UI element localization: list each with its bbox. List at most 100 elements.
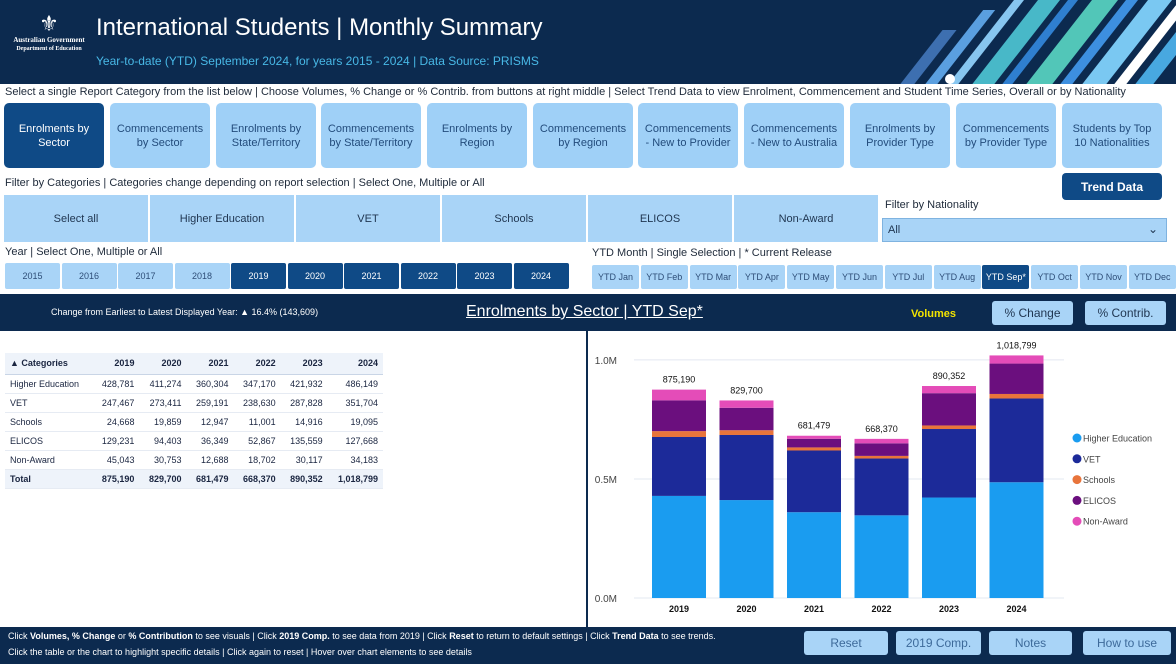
- bar-segment-higher-education[interactable]: [854, 515, 909, 598]
- year-button-2018[interactable]: 2018: [174, 263, 230, 289]
- bar-segment-elicos[interactable]: [922, 393, 976, 426]
- month-button-5[interactable]: YTD May: [787, 265, 835, 289]
- month-button-10[interactable]: YTD Oct: [1031, 265, 1079, 289]
- column-header-categories[interactable]: ▲ Categories: [5, 353, 93, 375]
- year-button-2017[interactable]: 2017: [118, 263, 173, 289]
- year-button-2024[interactable]: 2024: [513, 263, 569, 289]
- bar-segment-elicos[interactable]: [854, 443, 909, 456]
- trend-data-button[interactable]: Trend Data: [1062, 173, 1162, 200]
- year-button-2020[interactable]: 2020: [287, 263, 343, 289]
- category-button-schools[interactable]: Schools: [442, 195, 586, 242]
- bar-segment-elicos[interactable]: [989, 363, 1044, 394]
- legend-label[interactable]: Schools: [1083, 475, 1116, 485]
- bar-segment-schools[interactable]: [787, 447, 841, 451]
- month-button-11[interactable]: YTD Nov: [1080, 265, 1127, 289]
- bar-segment-non-award[interactable]: [787, 435, 841, 439]
- notes-button[interactable]: Notes: [989, 631, 1072, 655]
- pct-change-button[interactable]: % Change: [992, 301, 1073, 325]
- report-button-9[interactable]: Enrolments by Provider Type: [850, 103, 950, 168]
- bar-segment-elicos[interactable]: [787, 438, 841, 448]
- pct-contrib-button[interactable]: % Contrib.: [1085, 301, 1166, 325]
- bar-segment-higher-education[interactable]: [787, 512, 841, 598]
- nationality-dropdown[interactable]: All ⌄: [882, 218, 1167, 242]
- 2019-comp--button[interactable]: 2019 Comp.: [896, 631, 981, 655]
- bar-segment-elicos[interactable]: [652, 400, 706, 432]
- bar-segment-vet[interactable]: [652, 436, 706, 496]
- bar-segment-non-award[interactable]: [719, 400, 774, 408]
- column-header-2020[interactable]: 2020: [139, 353, 187, 375]
- year-button-2016[interactable]: 2016: [61, 263, 117, 289]
- table-total-row[interactable]: Total 875,190 829,700 681,479 668,370 890,352…: [5, 469, 383, 489]
- legend-label[interactable]: Non-Award: [1083, 517, 1128, 527]
- column-header-2023[interactable]: 2023: [280, 353, 328, 375]
- legend-label[interactable]: ELICOS: [1083, 496, 1116, 506]
- month-button-12[interactable]: YTD Dec: [1128, 265, 1176, 289]
- bar-segment-higher-education[interactable]: [719, 500, 774, 598]
- year-button-2019[interactable]: 2019: [231, 263, 286, 289]
- column-header-2021[interactable]: 2021: [186, 353, 234, 375]
- report-button-10[interactable]: Commencements by Provider Type: [956, 103, 1056, 168]
- bar-segment-higher-education[interactable]: [989, 482, 1044, 598]
- data-table[interactable]: ▲ Categories 2019 2020 2021 2022 2023 2024 Hig…: [5, 353, 383, 489]
- category-button-elicos[interactable]: ELICOS: [588, 195, 732, 242]
- bar-segment-non-award[interactable]: [854, 438, 909, 444]
- table-row[interactable]: Higher Education 428,781 411,274 360,304 347…: [5, 374, 383, 394]
- bar-segment-vet[interactable]: [854, 458, 909, 516]
- report-button-6[interactable]: Commencements by Region: [533, 103, 633, 168]
- legend-label[interactable]: VET: [1083, 454, 1101, 464]
- bar-segment-vet[interactable]: [719, 434, 774, 501]
- report-button-1[interactable]: Enrolments by Sector: [4, 103, 104, 168]
- bar-segment-vet[interactable]: [922, 429, 976, 498]
- column-header-2022[interactable]: 2022: [233, 353, 281, 375]
- category-button-higher-education[interactable]: Higher Education: [150, 195, 294, 242]
- nationality-selected-value: All: [888, 224, 901, 236]
- legend-label[interactable]: Higher Education: [1083, 434, 1152, 444]
- report-button-7[interactable]: Commencements - New to Provider: [638, 103, 738, 168]
- year-button-2023[interactable]: 2023: [457, 263, 512, 289]
- month-button-1[interactable]: YTD Jan: [592, 265, 639, 289]
- category-button-vet[interactable]: VET: [296, 195, 440, 242]
- month-button-9[interactable]: YTD Sep*: [982, 265, 1030, 289]
- year-button-2022[interactable]: 2022: [400, 263, 456, 289]
- bar-segment-schools[interactable]: [652, 431, 706, 437]
- month-button-8[interactable]: YTD Aug: [933, 265, 981, 289]
- chart-title[interactable]: Enrolments by Sector | YTD Sep*: [466, 303, 703, 321]
- bar-segment-higher-education[interactable]: [922, 497, 976, 598]
- table-row[interactable]: ELICOS 129,231 94,403 36,349 52,867 135,559 12…: [5, 431, 383, 451]
- reset-button[interactable]: Reset: [804, 631, 888, 655]
- table-row[interactable]: Schools 24,668 19,859 12,947 11,001 14,916 19,…: [5, 412, 383, 432]
- bar-segment-higher-education[interactable]: [652, 495, 706, 598]
- bar-segment-non-award[interactable]: [652, 389, 706, 401]
- bar-segment-vet[interactable]: [989, 398, 1044, 483]
- month-button-4[interactable]: YTD Apr: [738, 265, 786, 289]
- bar-segment-schools[interactable]: [719, 430, 774, 435]
- report-button-5[interactable]: Enrolments by Region: [427, 103, 527, 168]
- month-button-6[interactable]: YTD Jun: [836, 265, 883, 289]
- month-button-2[interactable]: YTD Feb: [640, 265, 688, 289]
- report-button-4[interactable]: Commencements by State/Territory: [321, 103, 421, 168]
- report-button-2[interactable]: Commencements by Sector: [110, 103, 210, 168]
- bar-segment-non-award[interactable]: [989, 355, 1044, 364]
- bar-segment-schools[interactable]: [854, 455, 909, 459]
- year-button-2015[interactable]: 2015: [5, 263, 60, 289]
- bar-segment-schools[interactable]: [989, 393, 1044, 399]
- month-button-7[interactable]: YTD Jul: [884, 265, 932, 289]
- column-header-2024[interactable]: 2024: [327, 353, 383, 375]
- report-button-8[interactable]: Commencements - New to Australia: [744, 103, 844, 168]
- year-button-2021[interactable]: 2021: [344, 263, 399, 289]
- bar-segment-elicos[interactable]: [719, 407, 774, 431]
- stacked-bar-chart[interactable]: 0.0M 0.5M 1.0M 875,190 2019 829,700 2020 681,47…: [589, 331, 1176, 627]
- category-button-non-award[interactable]: Non-Award: [734, 195, 878, 242]
- how-to-use-button[interactable]: How to use: [1083, 631, 1171, 655]
- column-header-2019[interactable]: 2019: [92, 353, 140, 375]
- report-button-11[interactable]: Students by Top 10 Nationalities: [1062, 103, 1162, 168]
- bar-segment-schools[interactable]: [922, 425, 976, 430]
- bar-segment-vet[interactable]: [787, 450, 841, 513]
- bar-segment-non-award[interactable]: [922, 386, 976, 394]
- category-button-select-all[interactable]: Select all: [4, 195, 148, 242]
- table-row[interactable]: Non-Award 45,043 30,753 12,688 18,702 30,117 3…: [5, 450, 383, 470]
- table-row[interactable]: VET 247,467 273,411 259,191 238,630 287,828 35…: [5, 393, 383, 413]
- month-button-3[interactable]: YTD Mar: [689, 265, 737, 289]
- report-button-3[interactable]: Enrolments by State/Territory: [216, 103, 316, 168]
- volumes-button[interactable]: Volumes: [911, 308, 956, 320]
